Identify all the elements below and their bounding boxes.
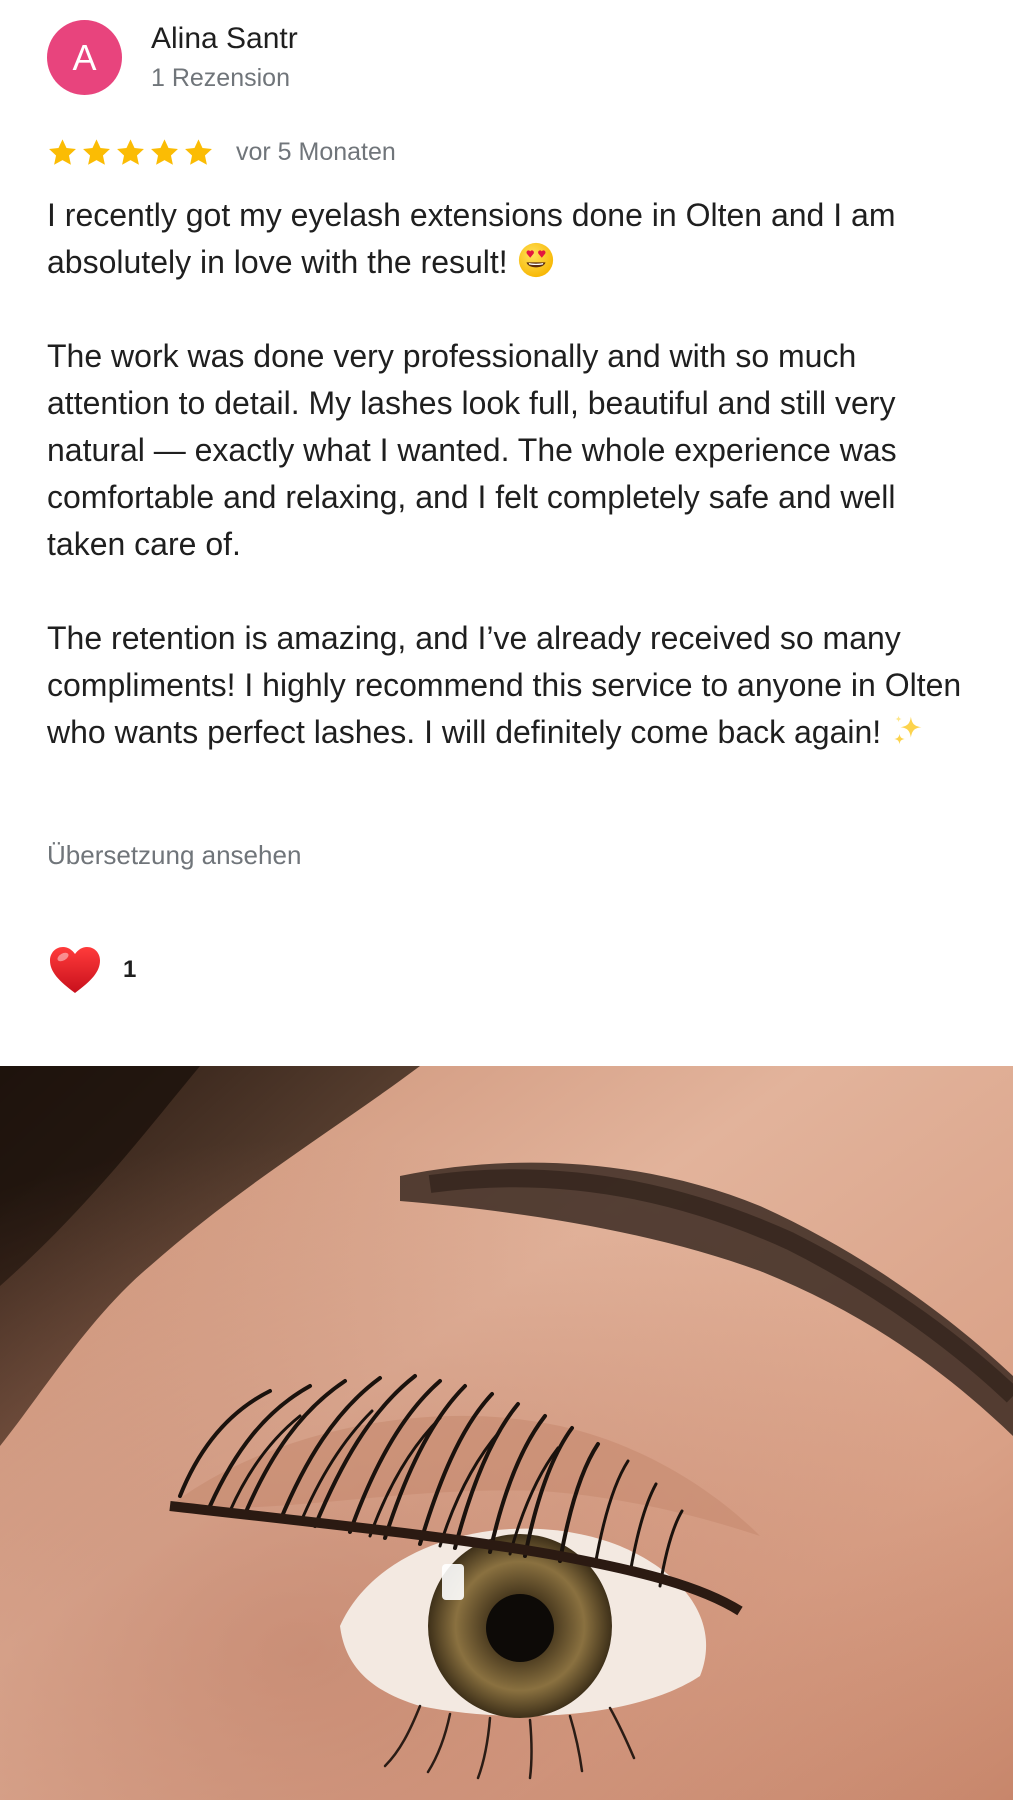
star-icon bbox=[47, 137, 78, 168]
review-card: A Alina Santr 1 Rezension vor 5 Monaten … bbox=[0, 0, 1013, 1066]
star-icon bbox=[149, 137, 180, 168]
eyelash-photo-image bbox=[0, 1066, 1013, 1800]
star-icon bbox=[81, 137, 112, 168]
review-paragraph: The retention is amazing, and I’ve alrea… bbox=[47, 615, 977, 756]
star-icon bbox=[115, 137, 146, 168]
review-photo[interactable] bbox=[0, 1066, 1013, 1800]
review-date: vor 5 Monaten bbox=[236, 137, 396, 166]
star-rating bbox=[47, 137, 214, 168]
heart-icon bbox=[47, 943, 103, 997]
review-paragraph-text: I recently got my eyelash extensions don… bbox=[47, 197, 896, 280]
heart-eyes-emoji-icon bbox=[517, 241, 555, 279]
review-body: I recently got my eyelash extensions don… bbox=[47, 192, 977, 756]
view-translation-link[interactable]: Übersetzung ansehen bbox=[47, 840, 301, 871]
star-icon bbox=[183, 137, 214, 168]
author-name[interactable]: Alina Santr bbox=[151, 22, 298, 56]
reaction-button[interactable]: 1 bbox=[47, 940, 136, 1000]
review-paragraph-text: The work was done very professionally an… bbox=[47, 338, 897, 562]
author-avatar[interactable]: A bbox=[47, 20, 122, 95]
avatar-initial: A bbox=[72, 36, 97, 78]
rating-row: vor 5 Monaten bbox=[47, 132, 396, 172]
author-review-count: 1 Rezension bbox=[151, 64, 290, 92]
reaction-count: 1 bbox=[123, 956, 137, 983]
review-paragraph-text: The retention is amazing, and I’ve alrea… bbox=[47, 620, 962, 750]
sparkles-emoji-icon bbox=[890, 711, 928, 749]
review-paragraph: The work was done very professionally an… bbox=[47, 333, 977, 568]
review-paragraph: I recently got my eyelash extensions don… bbox=[47, 192, 977, 286]
